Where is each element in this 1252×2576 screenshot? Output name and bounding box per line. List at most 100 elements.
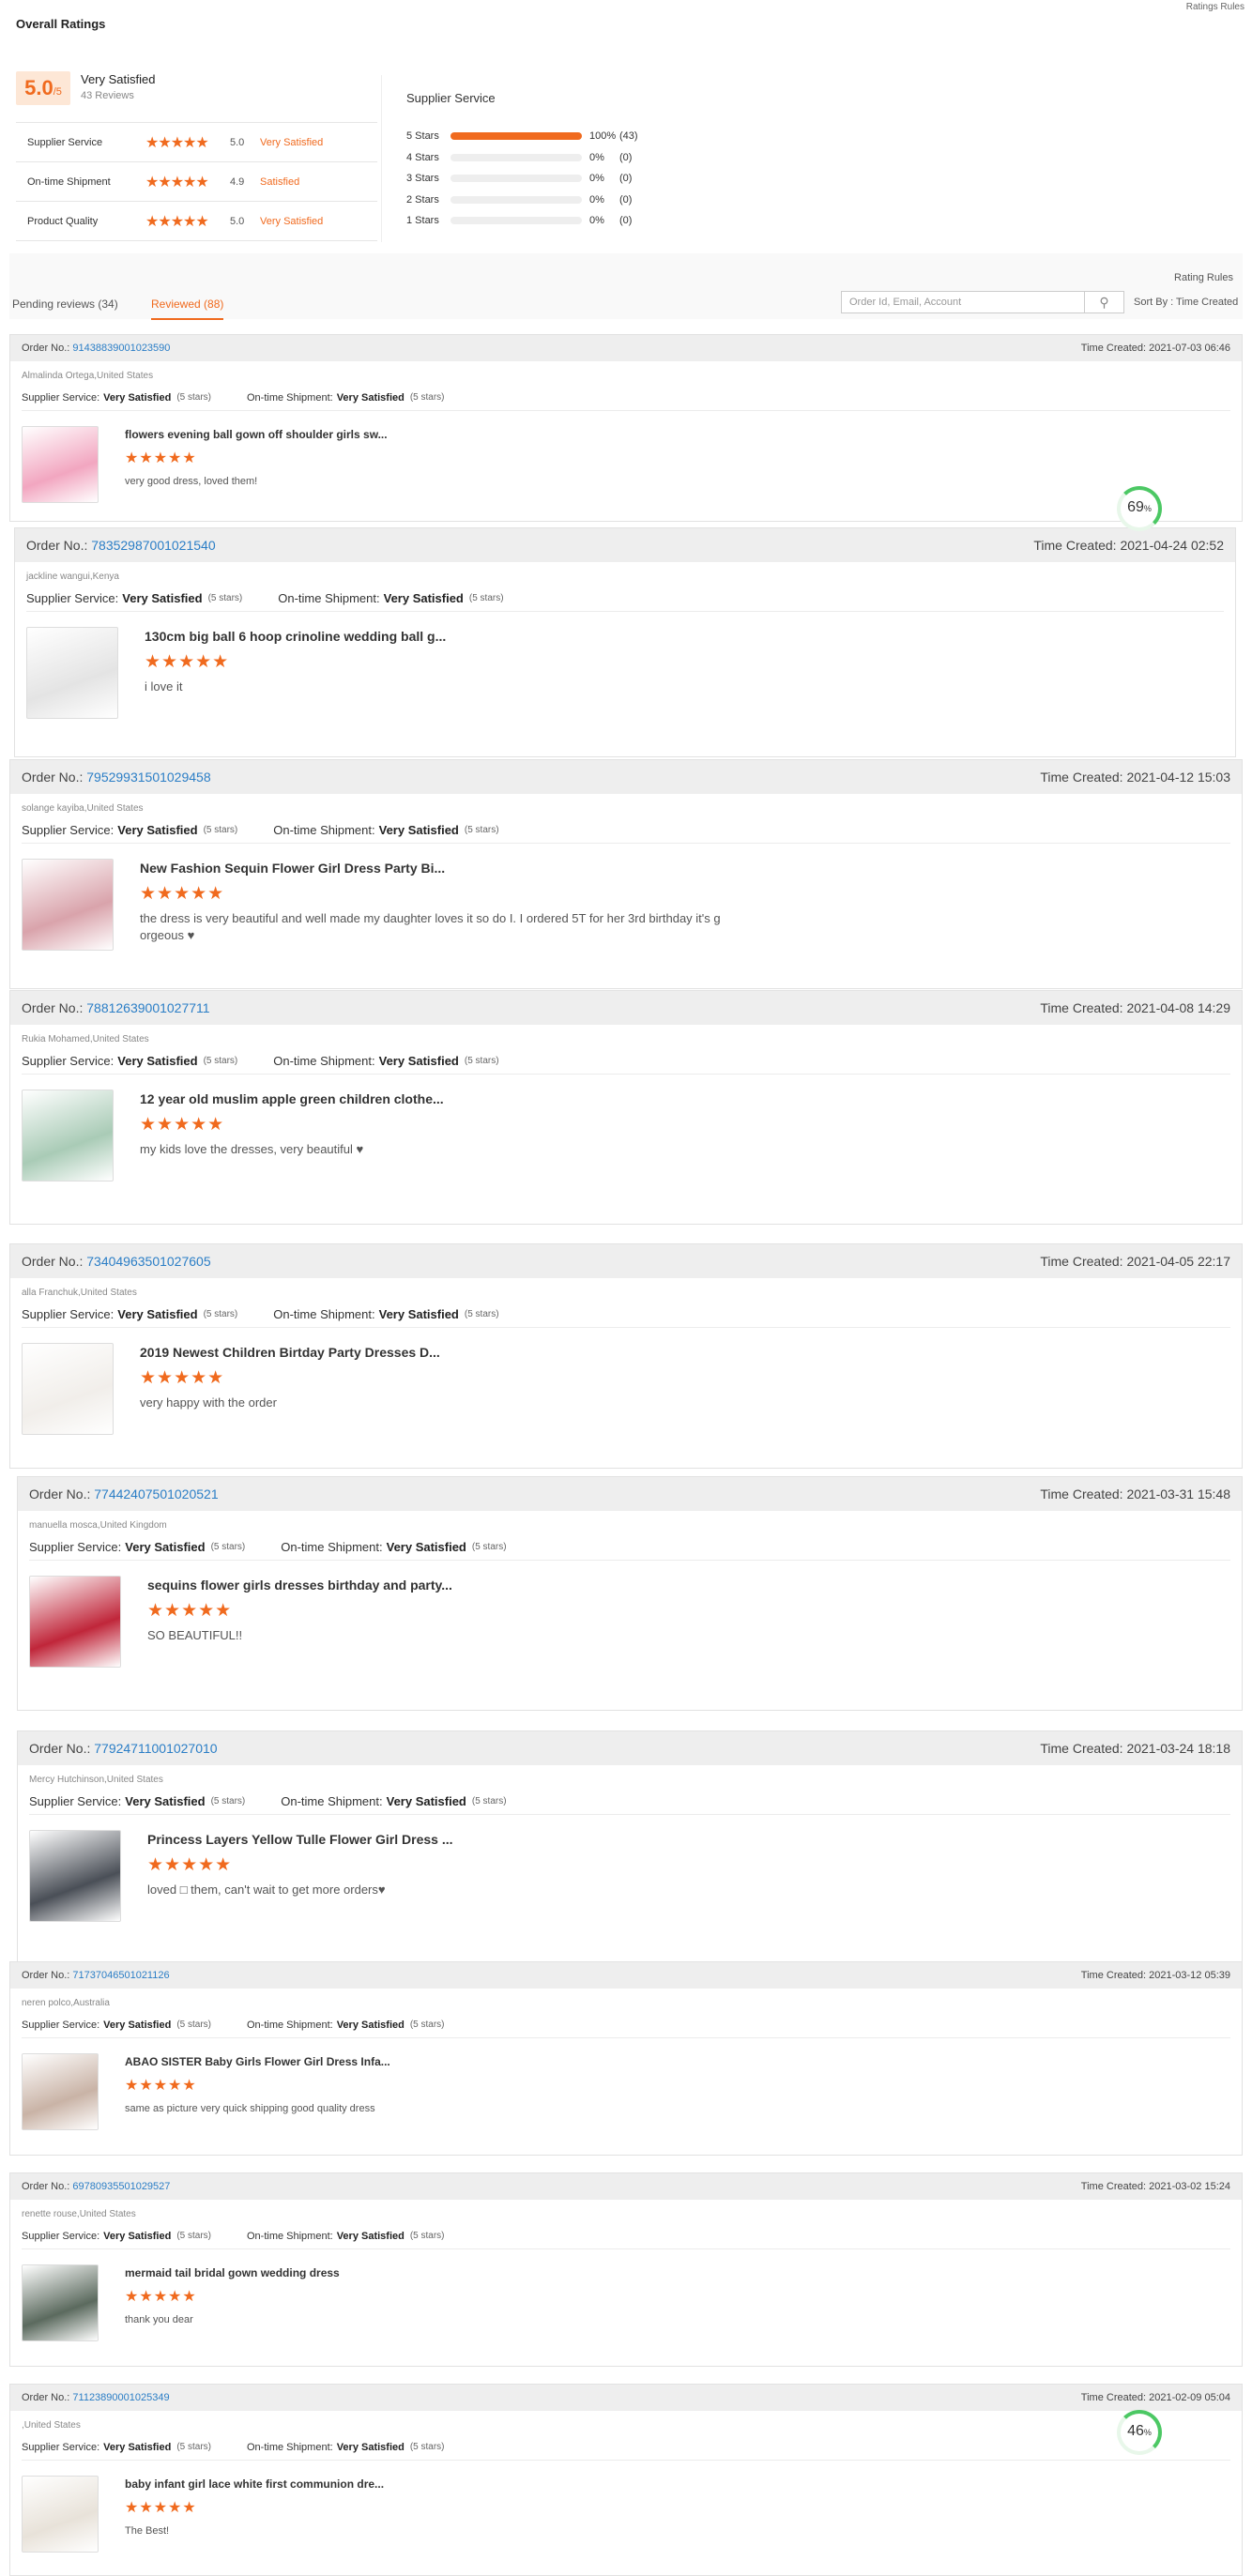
metric-value: 5.0 — [230, 215, 245, 227]
buyer-name: renette rouse,United States — [22, 2209, 136, 2219]
buyer-name: Almalinda Ortega,United States — [22, 371, 154, 381]
tab-pending-reviews[interactable]: Pending reviews (34) — [12, 297, 118, 311]
dist-count: (43) — [619, 130, 638, 143]
time-created-label: Time Created: — [1040, 1741, 1127, 1756]
review-comment: my kids love the dresses, very beautiful… — [140, 1142, 364, 1156]
product-title[interactable]: 12 year old muslim apple green children … — [140, 1091, 741, 1106]
product-thumbnail[interactable] — [22, 2264, 99, 2341]
order-number-link[interactable]: 91438839001023590 — [72, 343, 170, 354]
ontime-stars: (5 stars) — [409, 2231, 445, 2241]
order-number-link[interactable]: 78812639001027711 — [86, 1000, 209, 1015]
product-title[interactable]: 2019 Newest Children Birtday Party Dress… — [140, 1345, 741, 1360]
order-no-label: Order No.: — [22, 1254, 87, 1269]
ontime-level: Very Satisfied — [386, 1794, 466, 1808]
ontime-level: Very Satisfied — [378, 1307, 459, 1321]
product-row: Princess Layers Yellow Tulle Flower Girl… — [18, 1815, 1242, 1933]
buyer-name: ,United States — [22, 2420, 81, 2431]
order-ratings: Supplier Service: Very Satisfied (5 stars)… — [22, 1048, 1230, 1075]
product-thumbnail[interactable] — [22, 2053, 99, 2130]
product-thumbnail[interactable] — [22, 859, 114, 951]
supplier-service-stars: (5 stars) — [210, 1796, 246, 1806]
order-header: Order No.: 71737046501021126 Time Created… — [10, 1962, 1242, 1989]
order-header: Order No.: 79529931501029458 Time Created… — [10, 760, 1242, 794]
ratings-rules-link[interactable]: Ratings Rules — [1186, 2, 1244, 12]
order-meta: neren polco,Australia Supplier Service: Ve… — [10, 1989, 1242, 2038]
time-created-value: 2021-03-12 05:39 — [1149, 1970, 1230, 1981]
product-thumbnail[interactable] — [22, 1090, 114, 1181]
order-review-card: Order No.: 71737046501021126 Time Created… — [9, 1961, 1243, 2156]
order-number-link[interactable]: 71737046501021126 — [72, 1970, 169, 1981]
distribution-title: Supplier Service — [406, 91, 496, 105]
supplier-service-level: Very Satisfied — [103, 391, 172, 404]
search-icon[interactable]: ⚲ — [1085, 291, 1124, 313]
product-title[interactable]: flowers evening ball gown off shoulder g… — [125, 428, 725, 441]
product-title[interactable]: mermaid tail bridal gown wedding dress — [125, 2266, 725, 2279]
time-created: Time Created: 2021-03-02 15:24 — [1081, 2181, 1230, 2192]
order-header: Order No.: 78812639001027711 Time Created… — [10, 991, 1242, 1025]
order-review-card: Order No.: 73404963501027605 Time Created… — [9, 1243, 1243, 1469]
product-thumbnail[interactable] — [22, 1343, 114, 1435]
supplier-service-stars: (5 stars) — [207, 593, 243, 603]
supplier-service-stars: (5 stars) — [176, 2442, 211, 2452]
product-thumbnail[interactable] — [22, 426, 99, 503]
order-number-link[interactable]: 69780935501029527 — [72, 2181, 170, 2192]
order-no-label: Order No.: — [22, 770, 87, 785]
distribution-row: 2 Stars 0% (0) — [406, 190, 638, 211]
sort-dropdown[interactable]: Sort By : Time Created — [1134, 297, 1238, 308]
order-meta: alla Franchuk,United States Supplier Serv… — [10, 1278, 1242, 1328]
metric-row: Supplier Service ★★★★★ 5.0 Very Satisfie… — [16, 123, 377, 162]
search-input[interactable]: Order Id, Email, Account — [841, 291, 1085, 313]
time-created-value: 2021-04-12 15:03 — [1126, 770, 1230, 785]
review-comment: very good dress, loved them! — [125, 476, 258, 487]
order-ratings: Supplier Service: Very Satisfied (5 stars)… — [29, 1789, 1230, 1815]
order-meta: manuella mosca,United Kingdom Supplier Se… — [18, 1511, 1242, 1561]
product-thumbnail[interactable] — [29, 1576, 121, 1668]
order-meta: jackline wangui,Kenya Supplier Service: Ve… — [15, 562, 1235, 612]
ontime-label: On-time Shipment: — [281, 1794, 383, 1808]
buyer-name: neren polco,Australia — [22, 1998, 110, 2008]
ontime-level: Very Satisfied — [378, 823, 459, 837]
tab-reviewed[interactable]: Reviewed (88) — [151, 297, 224, 320]
ontime-stars: (5 stars) — [409, 392, 445, 403]
product-title[interactable]: 130cm big ball 6 hoop crinoline wedding … — [145, 629, 745, 644]
order-number-link[interactable]: 79529931501029458 — [86, 770, 210, 785]
order-ratings: Supplier Service: Very Satisfied (5 stars)… — [26, 586, 1224, 612]
ontime-label: On-time Shipment: — [246, 2441, 333, 2453]
order-number-link[interactable]: 77924711001027010 — [94, 1741, 217, 1756]
product-title[interactable]: New Fashion Sequin Flower Girl Dress Par… — [140, 861, 741, 876]
metric-row: On-time Shipment ★★★★★ 4.9 Satisfied — [16, 162, 377, 202]
product-thumbnail[interactable] — [29, 1830, 121, 1922]
product-thumbnail[interactable] — [26, 627, 118, 719]
product-row: baby infant girl lace white first commun… — [10, 2461, 1242, 2564]
ontime-stars: (5 stars) — [409, 2442, 445, 2452]
supplier-service-level: Very Satisfied — [103, 2230, 172, 2242]
star-rating-icon: ★★★★★ — [145, 652, 230, 672]
product-thumbnail[interactable] — [22, 2476, 99, 2553]
order-number-link[interactable]: 71123890001025349 — [72, 2392, 169, 2403]
order-header: Order No.: 69780935501029527 Time Created… — [10, 2173, 1242, 2200]
order-ratings: Supplier Service: Very Satisfied (5 stars)… — [22, 2223, 1230, 2249]
product-title[interactable]: sequins flower girls dresses birthday an… — [147, 1578, 748, 1593]
rating-rules-link[interactable]: Rating Rules — [1174, 272, 1233, 283]
order-number-link[interactable]: 73404963501027605 — [86, 1254, 210, 1269]
review-comment: i love it — [145, 679, 183, 694]
metric-table: Supplier Service ★★★★★ 5.0 Very Satisfie… — [16, 122, 377, 241]
order-review-card: Order No.: 77442407501020521 Time Created… — [17, 1476, 1243, 1711]
ontime-label: On-time Shipment: — [273, 1054, 375, 1068]
buyer-name: Mercy Hutchinson,United States — [29, 1775, 163, 1785]
dist-bar — [450, 132, 582, 141]
product-title[interactable]: Princess Layers Yellow Tulle Flower Girl… — [147, 1832, 748, 1847]
order-number-row: Order No.: 79529931501029458 — [22, 770, 211, 785]
order-number-link[interactable]: 77442407501020521 — [94, 1486, 218, 1501]
metric-level: Very Satisfied — [260, 215, 324, 227]
time-created-label: Time Created: — [1040, 1000, 1127, 1015]
ontime-label: On-time Shipment: — [273, 1307, 375, 1321]
order-ratings: Supplier Service: Very Satisfied (5 stars)… — [29, 1534, 1230, 1561]
product-title[interactable]: ABAO SISTER Baby Girls Flower Girl Dress… — [125, 2055, 725, 2068]
star-rating-icon: ★★★★★ — [145, 213, 209, 230]
order-number-link[interactable]: 78352987001021540 — [91, 538, 215, 553]
gauge-value: 46 — [1127, 2423, 1144, 2439]
star-distribution: 5 Stars 100% (43) 4 Stars 0% (0) 3 Stars 0% (0… — [406, 126, 638, 232]
product-title[interactable]: baby infant girl lace white first commun… — [125, 2477, 725, 2491]
time-created-value: 2021-04-08 14:29 — [1126, 1000, 1230, 1015]
